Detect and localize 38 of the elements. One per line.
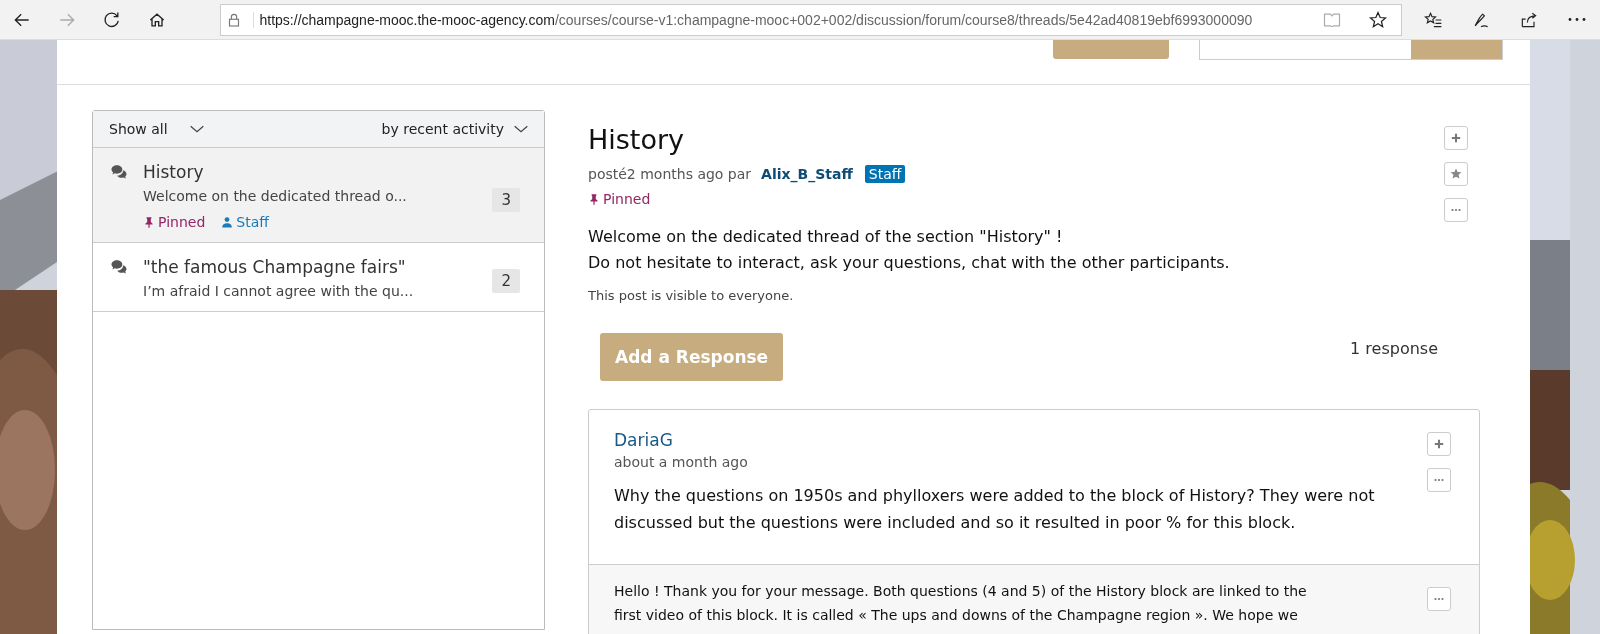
post-body: Welcome on the dedicated thread of the section "History" ! Do not hesitate to interact, ask your questions, chat with the other participants. bbox=[588, 226, 1231, 274]
thread-title: History bbox=[588, 124, 685, 155]
author-link[interactable]: Alix_B_Staff bbox=[761, 166, 853, 182]
favorites-list-icon bbox=[1423, 9, 1443, 30]
follow-button[interactable] bbox=[1427, 432, 1451, 456]
url-text: https://champagne-mooc.the-mooc-agency.com/courses/course-v1:champagne-mooc+002+002/discussion/forum/course8/threads/5e42ad40819ebf6993000090 bbox=[252, 11, 1309, 28]
plus-icon bbox=[1449, 131, 1463, 145]
sort-dropdown[interactable]: by recent activity bbox=[381, 120, 530, 138]
thread-title: History bbox=[143, 162, 204, 182]
thread-preview: I’m afraid I cannot agree with the qu... bbox=[143, 283, 414, 299]
thread-list-item[interactable]: "the famous Champagne fairs" I’m afraid I cannot agree with the qu... 2 bbox=[93, 243, 544, 312]
plus-icon bbox=[1432, 437, 1446, 451]
comment-count: 3 bbox=[492, 188, 520, 212]
pinned-label: Pinned bbox=[158, 214, 206, 230]
author-link[interactable]: DariaG bbox=[614, 430, 673, 450]
more-icon bbox=[1568, 17, 1586, 22]
thread-list-item[interactable]: History Welcome on the dedicated thread o... Pinned Staff 3 bbox=[93, 148, 544, 243]
thread-preview: Welcome on the dedicated thread o... bbox=[143, 188, 407, 204]
star-icon bbox=[1368, 9, 1388, 30]
comment-count: 2 bbox=[492, 269, 520, 293]
staff-label: Staff bbox=[236, 214, 269, 230]
pin-icon bbox=[588, 192, 600, 206]
comment-text: Hello ! Thank you for your message. Both questions (4 and 5) of the History block are linked to the first video of this block. It is called « The ups and downs of the Champagne region ». We hope we bbox=[614, 582, 1307, 625]
response-time: about a month ago bbox=[614, 454, 749, 470]
response-count: 1 response bbox=[1350, 339, 1438, 358]
search-field[interactable] bbox=[1199, 40, 1503, 60]
follow-button[interactable] bbox=[1444, 126, 1468, 150]
staff-badge: Staff bbox=[864, 165, 906, 183]
pinned-label: Pinned bbox=[603, 191, 651, 207]
user-icon bbox=[221, 215, 234, 229]
thread-title: "the famous Champagne fairs" bbox=[143, 257, 406, 277]
visibility-note: This post is visible to everyone. bbox=[588, 288, 795, 303]
address-bar[interactable]: https://champagne-mooc.the-mooc-agency.com/courses/course-v1:champagne-mooc+002+002/discussion/forum/course8/threads/5e42ad40819ebf6993000090 bbox=[219, 3, 1402, 36]
pin-icon bbox=[143, 215, 155, 229]
filter-dropdown[interactable]: Show all bbox=[109, 120, 206, 138]
response-body: Why the questions on 1950s and phylloxers were added to the block of History? They were not discussed but the questions were included and so it resulted in poor % for this block. bbox=[614, 485, 1376, 534]
post-meta: posté2 months ago par bbox=[588, 166, 752, 182]
star-icon bbox=[1449, 167, 1463, 181]
